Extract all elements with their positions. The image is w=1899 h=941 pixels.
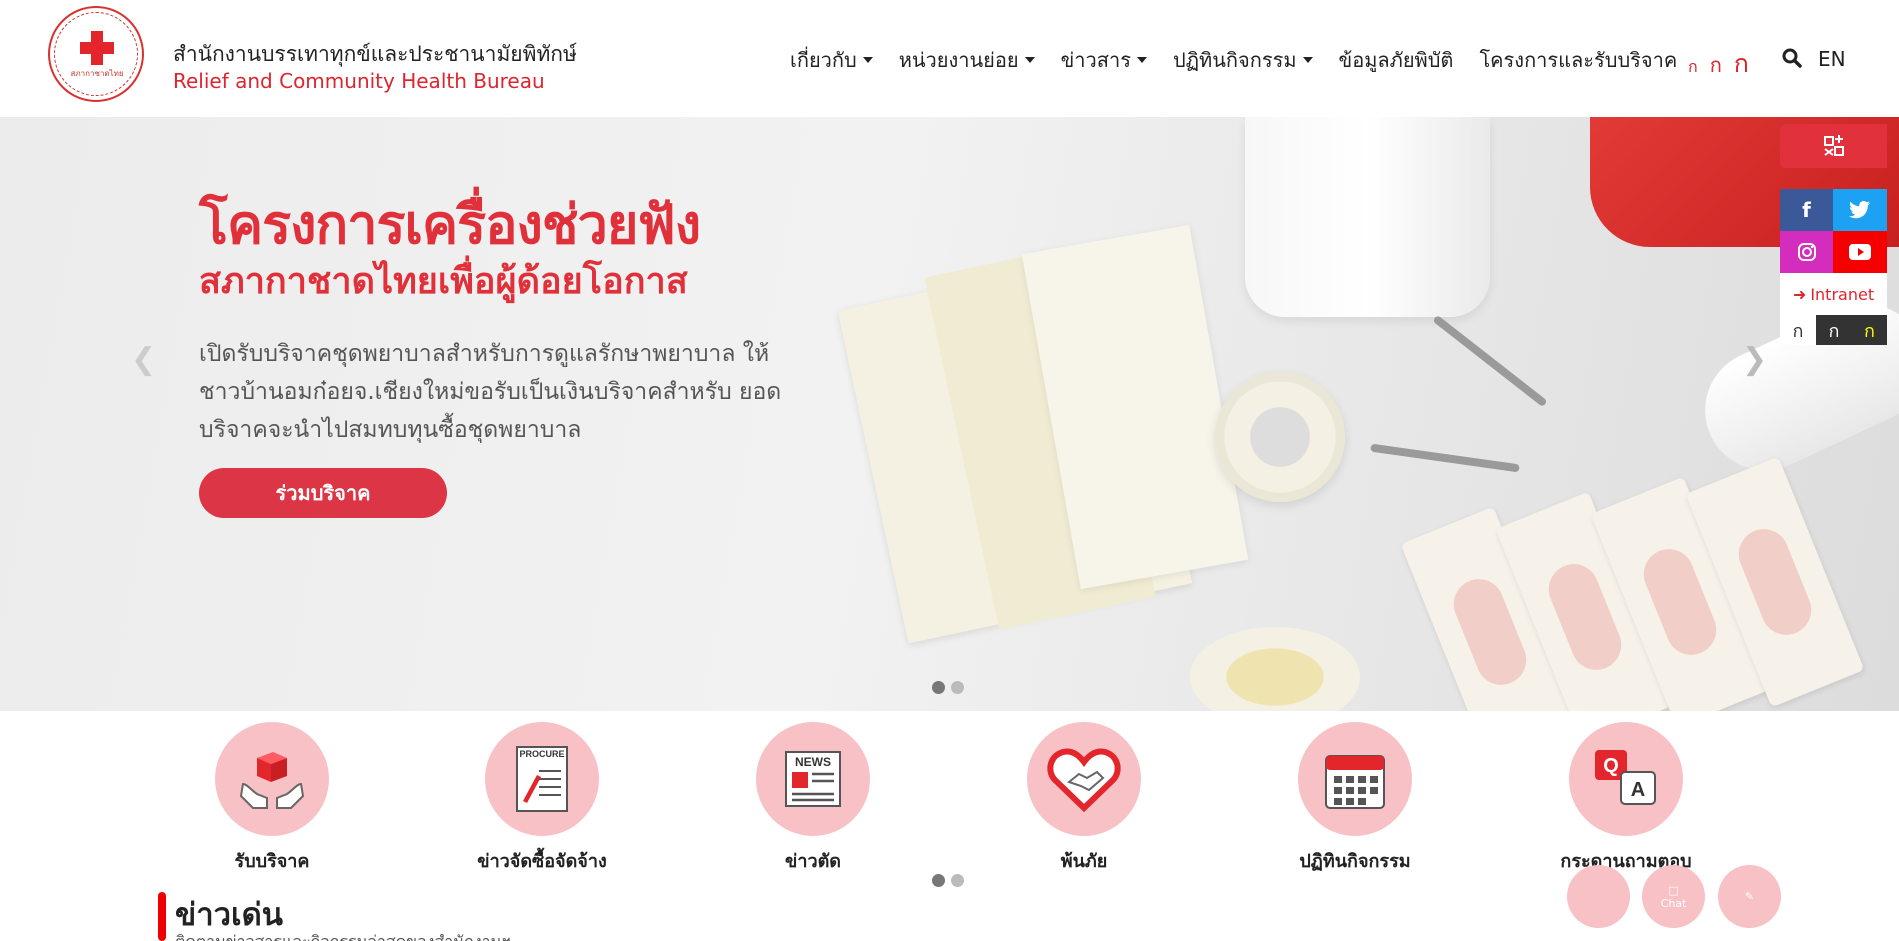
quick-link-disaster-relief[interactable]: พ้นภัย [974,722,1194,875]
svg-text:PROCURE: PROCURE [519,749,564,759]
donate-button[interactable]: ร่วมบริจาค [199,468,447,518]
font-size-small[interactable]: ก [1688,55,1698,80]
org-name-en[interactable]: Relief and Community Health Bureau [173,69,545,93]
caret-down-icon [1302,57,1313,63]
logo-emblem: สภากาชาดไทย [54,12,138,96]
quick-link-label: รับบริจาค [234,851,310,872]
chat-button[interactable]: □ Chat [1642,865,1705,928]
compose-button[interactable]: ✎ [1718,865,1781,928]
quick-link-procurement[interactable]: PROCURE ข่าวจัดซื้อจัดจ้าง [432,722,652,875]
qa-icon: QA [1569,722,1683,836]
quick-links-dot-2[interactable] [951,874,964,887]
carousel-dot-2[interactable] [951,681,964,694]
nav-item-news[interactable]: ข่าวสาร [1061,44,1147,76]
social-links: f [1780,189,1887,273]
quick-link-calendar[interactable]: ปฏิทินกิจกรรม [1245,722,1465,875]
contrast-normal[interactable]: ก [1780,315,1816,345]
nav-item-projects-donation[interactable]: โครงการและรับบริจาค [1479,44,1677,76]
caret-down-icon [1024,57,1035,63]
quick-link-label: กระดานถามตอบ [1560,851,1692,872]
site-header: สภากาชาดไทย สำนักงานบรรเทาทุกข์และประชาน… [0,0,1899,117]
facebook-icon[interactable]: f [1780,189,1833,231]
logo-text: สภากาชาดไทย [70,69,124,78]
svg-text:Q: Q [1603,755,1619,777]
bottle-image [1245,117,1490,317]
font-size-controls: ก ก ก [1688,44,1749,84]
floating-action-button[interactable] [1567,865,1630,928]
accessibility-icon [1823,135,1844,156]
quick-link-label: ข่าวจัดซื้อจัดจ้าง [477,851,607,872]
quick-links-dot-1[interactable] [932,874,945,887]
section-accent-bar [158,892,166,941]
hero-description: เปิดรับบริจาคชุดพยาบาลสำหรับการดูแลรักษา… [199,341,782,443]
heart-handshake-icon [1027,722,1141,836]
caret-down-icon [1136,57,1147,63]
quick-links: รับบริจาค PROCURE ข่าวจัดซื้อจัดจ้าง NEW… [0,722,1899,872]
chat-icon: □ [1668,883,1679,897]
nav-item-calendar[interactable]: ปฏิทินกิจกรรม [1173,44,1313,76]
floating-side-panel: f ➜ Intranet ก ก ก [1780,124,1887,345]
quick-link-label: พ้นภัย [1060,851,1108,872]
quick-link-qa-board[interactable]: QA กระดานถามตอบ [1516,722,1736,875]
edit-icon: ✎ [1744,890,1755,903]
nav-item-about[interactable]: เกี่ยวกับ [790,44,873,76]
hero-subtitle: สภากาชาดไทยเพื่อผู้ด้อยโอกาส [199,261,688,302]
sign-in-icon: ➜ [1792,284,1807,304]
youtube-icon[interactable] [1833,231,1887,273]
intranet-link[interactable]: ➜ Intranet [1780,273,1887,315]
instagram-icon[interactable] [1780,231,1833,273]
tape-roll-image [1215,372,1345,502]
donation-box-icon [215,722,329,836]
featured-news-subtitle: ติดตามข่าวสารและกิจกรรมล่าสุดของสำนักงาน… [175,930,511,941]
hero-carousel: ❮ ❯ โครงการเครื่องช่วยฟัง สภากาชาดไทยเพื… [0,117,1899,711]
contrast-controls: ก ก ก [1780,315,1887,345]
quick-link-donation[interactable]: รับบริจาค [162,722,382,875]
quick-link-label: ข่าวตัด [785,851,841,872]
carousel-dot-1[interactable] [932,681,945,694]
quick-links-indicators [932,874,964,887]
quick-link-news[interactable]: NEWS ข่าวตัด [703,722,923,875]
language-switch[interactable]: EN [1818,47,1846,71]
svg-text:NEWS: NEWS [795,755,831,769]
org-name-th[interactable]: สำนักงานบรรเทาทุกข์และประชานามัยพิทักษ์ [173,38,577,71]
carousel-next-icon[interactable]: ❯ [1742,342,1767,377]
accessibility-button[interactable] [1780,124,1887,168]
carousel-prev-icon[interactable]: ❮ [131,342,156,377]
carousel-indicators [932,681,964,694]
svg-text:A: A [1631,779,1645,801]
contrast-dark[interactable]: ก [1816,315,1852,345]
safety-pin-image [1432,314,1548,408]
nav-item-units[interactable]: หน่วยงานย่อย [899,44,1035,76]
font-size-large[interactable]: ก [1734,44,1749,84]
nav-item-disaster-info[interactable]: ข้อมูลภัยพิบัติ [1339,44,1454,76]
twitter-icon[interactable] [1833,189,1887,231]
search-icon[interactable] [1782,48,1802,68]
contrast-yellow[interactable]: ก [1852,315,1887,345]
newspaper-icon: NEWS [756,722,870,836]
main-nav: เกี่ยวกับ หน่วยงานย่อย ข่าวสาร ปฏิทินกิจ… [790,44,1677,76]
font-size-medium[interactable]: ก [1710,49,1722,81]
calendar-icon [1298,722,1412,836]
quick-link-label: ปฏิทินกิจกรรม [1299,851,1411,872]
procure-document-icon: PROCURE [485,722,599,836]
caret-down-icon [862,57,873,63]
red-cross-logo[interactable]: สภากาชาดไทย [48,6,144,102]
